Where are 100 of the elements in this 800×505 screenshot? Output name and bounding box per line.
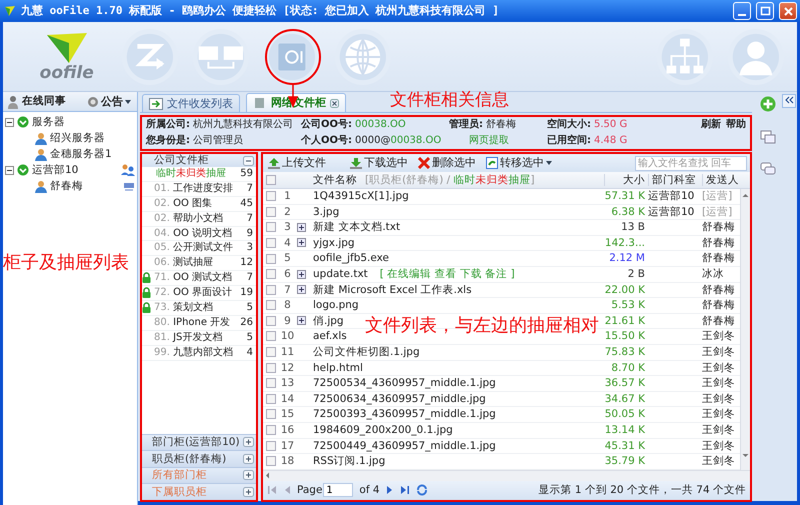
checkbox[interactable] [266, 206, 276, 217]
file-name[interactable]: oofile_jfb5.exe [313, 252, 390, 265]
checkbox[interactable] [266, 378, 276, 388]
drawer-item[interactable]: 02. 帮助小文档 [152, 212, 238, 225]
checkbox[interactable] [266, 316, 276, 326]
tree-item[interactable]: 舒春梅 [50, 180, 83, 192]
collapse-icon[interactable] [5, 118, 14, 126]
toolbar-button[interactable]: 上传文件 [266, 156, 328, 170]
file-name[interactable]: update.txt [313, 268, 368, 281]
tab[interactable]: 文件收发列表 [142, 94, 240, 112]
info-label: 已用空间: [547, 135, 591, 147]
windows-icon[interactable] [760, 130, 776, 144]
sender: 冰冰 [702, 268, 725, 281]
drawer-item[interactable]: 73. 策划文档 [152, 302, 238, 314]
file-name[interactable]: 72500534_43609957_middle.1.jpg [313, 377, 496, 390]
expand-icon[interactable] [297, 222, 306, 232]
next-page-icon[interactable] [386, 485, 394, 496]
drawer-item[interactable]: 80. IPhone 开发 [152, 316, 238, 329]
checkbox[interactable] [266, 456, 276, 466]
file-name[interactable]: aef.xls [313, 330, 347, 343]
expand-icon[interactable] [243, 486, 254, 497]
checkbox[interactable] [266, 394, 276, 404]
drawer-item[interactable]: 临时未归类抽屉 [152, 168, 238, 180]
drawer-item[interactable]: 01. 工作进度安排 [152, 182, 238, 195]
notice-button[interactable]: 公告 [85, 94, 133, 108]
add-icon[interactable] [760, 96, 776, 112]
checkbox[interactable] [266, 222, 276, 232]
file-name[interactable]: 新建 文本文档.txt [313, 221, 400, 234]
drawer-item[interactable]: 72. OO 界面设计 [152, 287, 238, 300]
tree-item[interactable]: 金穗服务器1 [50, 148, 112, 160]
link[interactable]: 刷新 [701, 119, 721, 131]
checkbox[interactable] [266, 300, 276, 310]
checkbox[interactable] [266, 409, 276, 420]
expand-icon[interactable] [243, 454, 254, 464]
checkbox[interactable] [266, 254, 276, 264]
drawer-item[interactable]: 81. JS开发文档 [152, 332, 238, 344]
collapse-icon[interactable] [243, 156, 254, 166]
file-name[interactable]: yjgx.jpg [313, 236, 355, 250]
drawer-item[interactable]: 04. OO 说明文档 [152, 228, 238, 240]
expand-icon[interactable] [297, 270, 306, 279]
collapse-button[interactable] [782, 94, 796, 108]
scrollbar[interactable] [740, 189, 750, 470]
file-name[interactable]: 72500393_43609957_middle.1.jpg [313, 408, 496, 421]
file-name[interactable]: 72500634_43609957_middle.jpg [313, 392, 486, 406]
checkbox[interactable] [266, 269, 276, 280]
drawer-item[interactable]: 99. 九慧内部文档 [152, 346, 238, 359]
file-name[interactable]: 1Q43915cX[1].jpg [313, 190, 409, 203]
drawer-count: 45 [239, 198, 254, 210]
chat-icon[interactable] [760, 162, 776, 176]
scrollbar[interactable] [263, 470, 750, 481]
file-name[interactable]: 新建 Microsoft Excel 工作表.xls [313, 284, 472, 296]
tree-item[interactable]: 绍兴服务器 [50, 132, 105, 144]
file-actions[interactable]: [ 在线编辑 查看 下载 备注 ] [380, 268, 515, 281]
checkbox[interactable] [266, 362, 276, 373]
info-value: 杭州九慧科技有限公司 [193, 119, 293, 131]
file-name[interactable]: RSS订阅.1.jpg [313, 455, 386, 468]
file-name[interactable]: 3.jpg [313, 206, 340, 218]
expand-icon[interactable] [243, 437, 254, 448]
expand-icon[interactable] [297, 238, 306, 248]
checkbox[interactable] [266, 238, 276, 248]
tree-group[interactable]: 服务器 [32, 116, 65, 128]
file-name[interactable]: 俏.jpg [313, 314, 344, 328]
close-icon[interactable] [330, 98, 339, 108]
toolbar-button[interactable]: 删除选中 [416, 156, 478, 170]
checkbox[interactable] [266, 284, 276, 295]
drawer-item[interactable]: 06. 测试抽屉 [152, 257, 238, 270]
previous-page-icon[interactable] [283, 485, 291, 496]
checkbox[interactable] [266, 425, 276, 436]
close-button[interactable] [779, 2, 797, 20]
checkbox[interactable] [266, 347, 276, 358]
toolbar-button[interactable]: 下载选中 [348, 156, 410, 170]
folder-path: [职员柜(舒春梅) / 临时未归类抽屉] [365, 174, 535, 186]
expand-icon[interactable] [297, 285, 306, 294]
last-page-icon[interactable] [400, 485, 410, 496]
first-page-icon[interactable] [267, 485, 277, 496]
file-name[interactable]: 1984609_200x200_0.1.jpg [313, 424, 453, 436]
checkbox[interactable] [266, 174, 276, 185]
page-field[interactable]: 1 [323, 483, 354, 498]
tree-group[interactable]: 运营部10 [32, 164, 78, 176]
link[interactable]: 帮助 [726, 119, 746, 131]
file-name[interactable]: help.html [313, 362, 363, 374]
file-size: 2 B [626, 268, 646, 281]
expand-icon[interactable] [297, 316, 306, 326]
expand-icon[interactable] [243, 470, 254, 480]
maximize-button[interactable] [756, 2, 774, 20]
search-field[interactable]: 输入文件名查找 回车 [635, 156, 747, 170]
minimize-button[interactable] [733, 2, 751, 20]
toolbar-button[interactable]: 转移选中 [484, 156, 554, 170]
drawer-item[interactable]: 71. OO 测试文档 [152, 272, 238, 284]
checkbox[interactable] [266, 191, 276, 202]
refresh-icon[interactable] [416, 484, 428, 496]
file-name[interactable]: logo.png [313, 299, 359, 312]
cabinet-icon [253, 97, 267, 109]
file-name[interactable]: 公司文件柜切图.1.jpg [313, 346, 420, 359]
drawer-item[interactable]: 05. 公开测试文件 [152, 242, 238, 254]
collapse-icon[interactable] [5, 166, 14, 174]
checkbox[interactable] [266, 440, 276, 451]
file-name[interactable]: 72500449_43609957_middle.1.jpg [313, 440, 496, 452]
drawer-item[interactable]: 02. OO 图集 [152, 198, 238, 210]
checkbox[interactable] [266, 331, 276, 342]
